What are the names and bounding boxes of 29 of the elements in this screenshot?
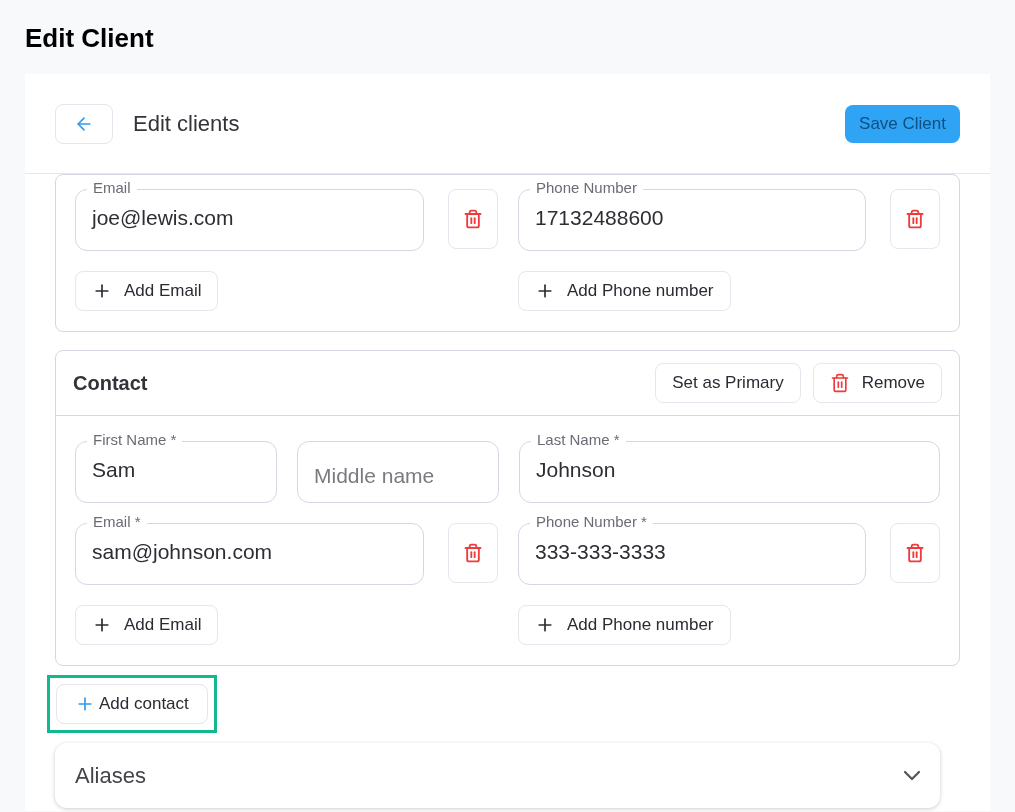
delete-button[interactable] (890, 523, 940, 583)
add-button[interactable]: Add Email (75, 271, 219, 311)
field-placeholder: Middle name (314, 463, 435, 490)
add-contact-button[interactable]: Add contact (56, 684, 208, 724)
section-title: Edit clients (133, 110, 240, 138)
delete-button[interactable] (448, 523, 498, 583)
field-value: Johnson (536, 457, 616, 484)
field-value: 333-333-3333 (535, 539, 666, 566)
chevron-down-icon (904, 771, 920, 780)
remove-button[interactable]: Remove (812, 363, 942, 403)
field-value: 17132488600 (535, 205, 664, 232)
add-button[interactable]: Add Phone number (518, 605, 731, 645)
input-field[interactable]: Middle name (297, 441, 499, 503)
set-primary-button[interactable]: Set as Primary (655, 363, 801, 403)
delete-button[interactable] (890, 189, 940, 249)
trash-icon (829, 373, 850, 393)
add-button[interactable]: Add Phone number (518, 271, 731, 311)
page-title: Edit Client (25, 22, 155, 55)
trash-icon (463, 543, 483, 563)
field-value: joe@lewis.com (92, 205, 234, 232)
field-value: Sam (92, 457, 136, 484)
trash-icon (905, 543, 925, 563)
field-value: sam@johnson.com (92, 539, 273, 566)
delete-button[interactable] (448, 189, 498, 249)
trash-icon (463, 209, 483, 229)
trash-icon (905, 209, 925, 229)
aliases-accordion[interactable]: Aliases (55, 743, 940, 808)
add-button[interactable]: Add Email (75, 605, 219, 645)
card-title: Contact (73, 371, 148, 396)
